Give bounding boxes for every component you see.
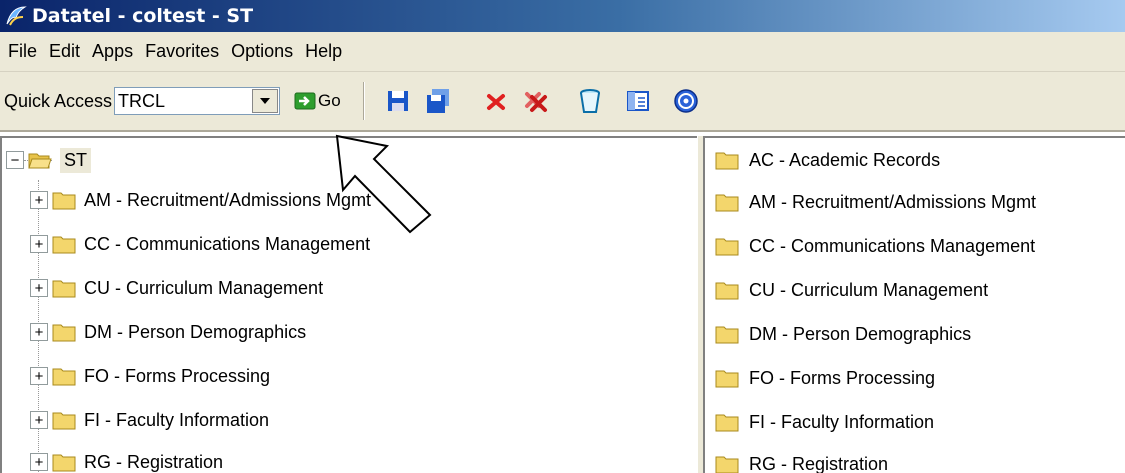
cancel-button[interactable] bbox=[479, 84, 513, 118]
tree-item-label[interactable]: CC - Communications Management bbox=[84, 234, 370, 255]
folder-icon bbox=[52, 324, 76, 342]
tree-item-label[interactable]: CU - Curriculum Management bbox=[84, 278, 323, 299]
folder-icon bbox=[715, 414, 739, 432]
quick-access-label: Quick Access bbox=[4, 90, 113, 111]
go-label: Go bbox=[318, 91, 341, 110]
folder-icon bbox=[715, 194, 739, 212]
folder-icon bbox=[52, 454, 76, 472]
folder-icon bbox=[715, 238, 739, 256]
folder-icon bbox=[52, 192, 76, 210]
tree-item-label[interactable]: DM - Person Demographics bbox=[84, 322, 306, 343]
list-item[interactable]: FO - Forms Processing bbox=[715, 358, 935, 398]
list-item-label[interactable]: RG - Registration bbox=[749, 454, 888, 473]
expand-icon[interactable]: + bbox=[30, 279, 48, 297]
menu-apps[interactable]: Apps bbox=[86, 41, 139, 62]
save-icon bbox=[387, 91, 408, 111]
cancel-all-button[interactable] bbox=[519, 84, 553, 118]
tree-item[interactable]: + DM - Person Demographics bbox=[30, 312, 306, 352]
go-arrow-icon bbox=[294, 92, 316, 110]
expand-icon[interactable]: + bbox=[30, 367, 48, 385]
quick-access-combobox[interactable]: TRCL bbox=[114, 87, 281, 115]
help-button[interactable] bbox=[669, 84, 703, 118]
list-item[interactable]: CU - Curriculum Management bbox=[715, 270, 988, 310]
list-pane[interactable]: AC - Academic Records AM - Recruitment/A… bbox=[705, 136, 1125, 473]
pane-splitter[interactable] bbox=[697, 136, 705, 473]
folder-icon bbox=[715, 326, 739, 344]
tree-item[interactable]: + FI - Faculty Information bbox=[30, 400, 269, 440]
folder-icon bbox=[715, 282, 739, 300]
collapse-icon[interactable]: − bbox=[6, 151, 24, 169]
trash-icon bbox=[579, 89, 600, 113]
toolbar: Quick Access TRCL Go bbox=[0, 72, 1125, 132]
list-item-label[interactable]: CC - Communications Management bbox=[749, 236, 1035, 257]
tree-item[interactable]: + FO - Forms Processing bbox=[30, 356, 270, 396]
folder-icon bbox=[52, 368, 76, 386]
menu-help[interactable]: Help bbox=[299, 41, 348, 62]
menu-bar: File Edit Apps Favorites Options Help bbox=[0, 32, 1125, 72]
title-bar: Datatel - coltest - ST bbox=[0, 0, 1125, 32]
folder-icon bbox=[52, 412, 76, 430]
list-item[interactable]: AM - Recruitment/Admissions Mgmt bbox=[715, 182, 1036, 222]
tree-item[interactable]: + AM - Recruitment/Admissions Mgmt bbox=[30, 180, 371, 220]
folder-icon bbox=[715, 456, 739, 473]
expand-icon[interactable]: + bbox=[30, 235, 48, 253]
list-item-label[interactable]: FO - Forms Processing bbox=[749, 368, 935, 389]
list-item-label[interactable]: CU - Curriculum Management bbox=[749, 280, 988, 301]
folder-icon bbox=[715, 152, 739, 170]
quick-access-value[interactable]: TRCL bbox=[115, 91, 252, 112]
list-item-label[interactable]: DM - Person Demographics bbox=[749, 324, 971, 345]
cancel-all-icon bbox=[524, 92, 547, 112]
trash-button[interactable] bbox=[573, 84, 607, 118]
expand-icon[interactable]: + bbox=[30, 411, 48, 429]
go-button[interactable]: Go bbox=[290, 88, 345, 114]
list-item[interactable]: RG - Registration bbox=[715, 444, 888, 473]
expand-icon[interactable]: + bbox=[30, 191, 48, 209]
folder-icon bbox=[52, 236, 76, 254]
menu-file[interactable]: File bbox=[2, 41, 43, 62]
menu-options[interactable]: Options bbox=[225, 41, 299, 62]
open-folder-icon bbox=[28, 153, 52, 169]
tree-item-label[interactable]: FO - Forms Processing bbox=[84, 366, 270, 387]
folder-icon bbox=[715, 370, 739, 388]
menu-edit[interactable]: Edit bbox=[43, 41, 86, 62]
toolbar-separator bbox=[362, 82, 365, 120]
cancel-icon bbox=[486, 94, 505, 110]
tree-root[interactable]: − ST bbox=[6, 140, 92, 180]
tree-item-label[interactable]: AM - Recruitment/Admissions Mgmt bbox=[84, 190, 371, 211]
expand-icon[interactable]: + bbox=[30, 453, 48, 471]
window-title: Datatel - coltest - ST bbox=[32, 5, 254, 27]
list-item[interactable]: DM - Person Demographics bbox=[715, 314, 971, 354]
tree-pane[interactable]: − ST + AM - Recruitment/Admissions Mgmt … bbox=[0, 136, 697, 473]
tree-root-label[interactable]: ST bbox=[60, 147, 92, 173]
tree-item[interactable]: + CU - Curriculum Management bbox=[30, 268, 323, 308]
tree-item-label[interactable]: FI - Faculty Information bbox=[84, 410, 269, 431]
list-item[interactable]: AC - Academic Records bbox=[715, 140, 940, 180]
window-button[interactable] bbox=[621, 84, 655, 118]
window-icon bbox=[626, 91, 649, 111]
tree-item-label[interactable]: RG - Registration bbox=[84, 452, 223, 473]
help-icon bbox=[673, 89, 698, 113]
tree-item[interactable]: + CC - Communications Management bbox=[30, 224, 370, 264]
save-button[interactable] bbox=[381, 84, 415, 118]
list-item[interactable]: FI - Faculty Information bbox=[715, 402, 934, 442]
save-all-icon bbox=[426, 89, 449, 113]
list-item-label[interactable]: FI - Faculty Information bbox=[749, 412, 934, 433]
app-icon bbox=[6, 6, 27, 26]
list-item-label[interactable]: AC - Academic Records bbox=[749, 150, 940, 171]
save-all-button[interactable] bbox=[421, 84, 455, 118]
list-item[interactable]: CC - Communications Management bbox=[715, 226, 1035, 266]
expand-icon[interactable]: + bbox=[30, 323, 48, 341]
dropdown-arrow-icon[interactable] bbox=[252, 89, 279, 113]
list-item-label[interactable]: AM - Recruitment/Admissions Mgmt bbox=[749, 192, 1036, 213]
menu-favorites[interactable]: Favorites bbox=[139, 41, 225, 62]
tree-item[interactable]: + RG - Registration bbox=[30, 442, 223, 473]
folder-icon bbox=[52, 280, 76, 298]
